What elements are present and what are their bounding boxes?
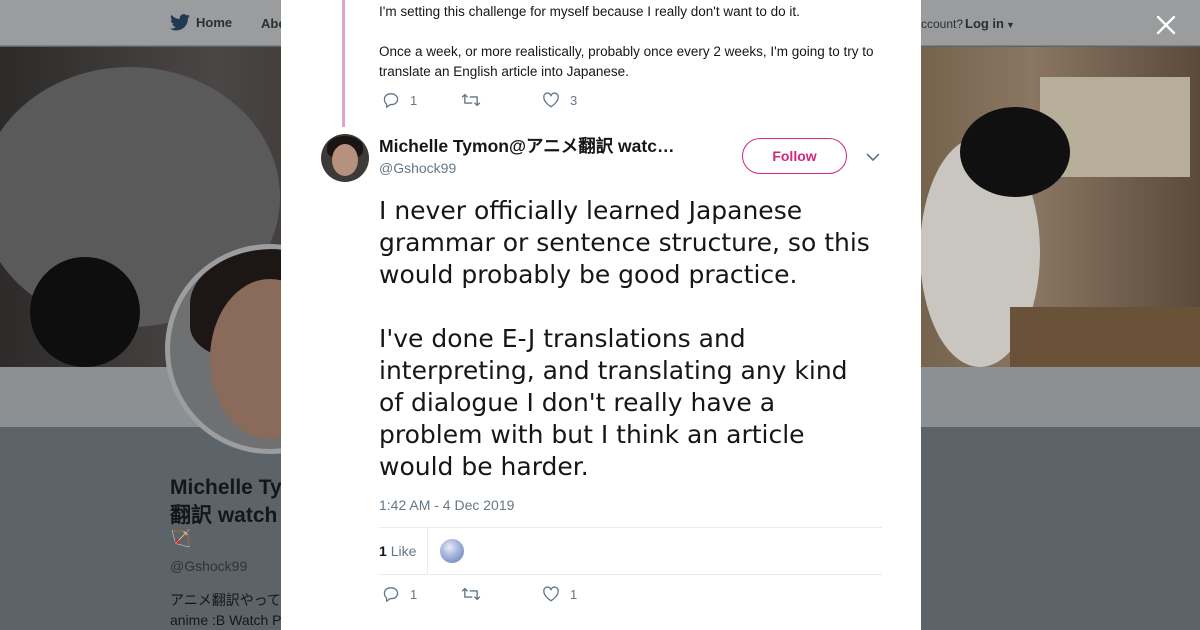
reply-icon (383, 587, 399, 602)
profile-name-line1: Michelle Ty (170, 476, 282, 499)
thread-connector-line (342, 0, 345, 127)
twitter-bird-icon (170, 14, 190, 31)
have-account-prompt: ccount? (921, 17, 964, 31)
heart-icon (543, 586, 559, 602)
author-display-name[interactable]: Michelle Tymon@アニメ翻訳 watc… (379, 135, 691, 157)
liker-avatar[interactable] (440, 539, 464, 563)
likes-stat-count: 1 (379, 543, 387, 559)
like-button[interactable]: 3 (542, 92, 577, 108)
profile-name-line2: 翻訳 watch (170, 504, 278, 527)
tweet-modal: I'm setting this challenge for myself be… (281, 0, 921, 630)
profile-handle: @Gshock99 (170, 558, 248, 574)
login-link[interactable]: Log in ▼ (965, 16, 1015, 31)
likes-stat[interactable]: 1 Like (379, 528, 428, 574)
retweet-icon (461, 93, 481, 107)
author-screen-name[interactable]: @Gshock99 (379, 160, 456, 176)
profile-bio: アニメ翻訳やって anime :B Watch P (170, 590, 282, 630)
like-count: 1 (570, 586, 578, 602)
retweet-icon (461, 587, 481, 601)
tweet-actions: 1 1 (382, 586, 577, 602)
likes-stat-label: Like (390, 543, 417, 559)
reply-button[interactable]: 1 (382, 586, 461, 602)
previous-tweet-text: I'm setting this challenge for myself be… (379, 4, 874, 79)
caret-down-icon: ▼ (1006, 20, 1015, 30)
heart-icon (543, 92, 559, 108)
close-icon (1156, 15, 1176, 35)
tweet-menu-button[interactable] (864, 148, 882, 166)
tweet-stats: 1 Like (379, 527, 882, 575)
chevron-down-icon (866, 153, 880, 161)
close-modal-button[interactable] (1152, 11, 1180, 39)
retweet-button[interactable] (461, 92, 542, 108)
profile-bio-line2: anime :B Watch P (170, 612, 282, 628)
like-button[interactable]: 1 (542, 586, 577, 602)
profile-bio-line1: アニメ翻訳やって (170, 592, 282, 608)
tweet-timestamp[interactable]: 1:42 AM - 4 Dec 2019 (379, 497, 514, 513)
nav-home-label: Home (196, 15, 233, 30)
reply-button[interactable]: 1 (382, 92, 461, 108)
login-label: Log in (965, 16, 1004, 31)
previous-tweet-actions: 1 3 (382, 92, 577, 108)
retweet-button[interactable] (461, 586, 542, 602)
reply-icon (383, 93, 399, 108)
bow-emoji-icon: 🏹 (170, 529, 192, 548)
like-count: 3 (570, 92, 578, 108)
reply-count: 1 (410, 92, 418, 108)
tweet-text: I never officially learned Japanese gram… (379, 196, 870, 481)
reply-count: 1 (410, 586, 418, 602)
profile-name: Michelle Ty 翻訳 watch (170, 474, 290, 530)
author-avatar[interactable] (321, 134, 369, 182)
nav-home-link[interactable]: Home (170, 14, 232, 31)
follow-button[interactable]: Follow (742, 138, 847, 174)
